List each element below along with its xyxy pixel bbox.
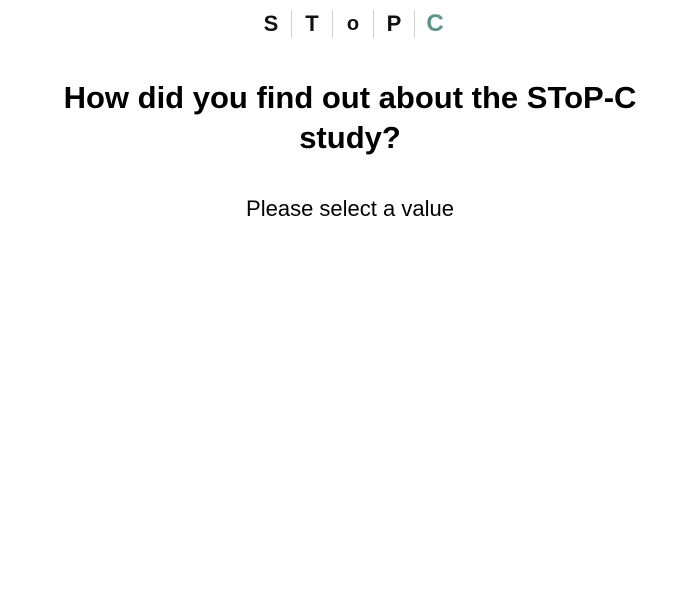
select-value-prompt: Please select a value — [246, 196, 454, 221]
question-title: How did you find out about the SToP-C st… — [63, 80, 637, 155]
logo-letter-s: S — [263, 11, 279, 36]
logo-letter-p: P — [386, 11, 402, 36]
logo-letter-c: C — [426, 10, 444, 37]
logo-letter-t: T — [305, 11, 319, 36]
stop-c-logo: S T o P C — [251, 10, 455, 38]
logo-letter-o: o — [346, 13, 360, 35]
